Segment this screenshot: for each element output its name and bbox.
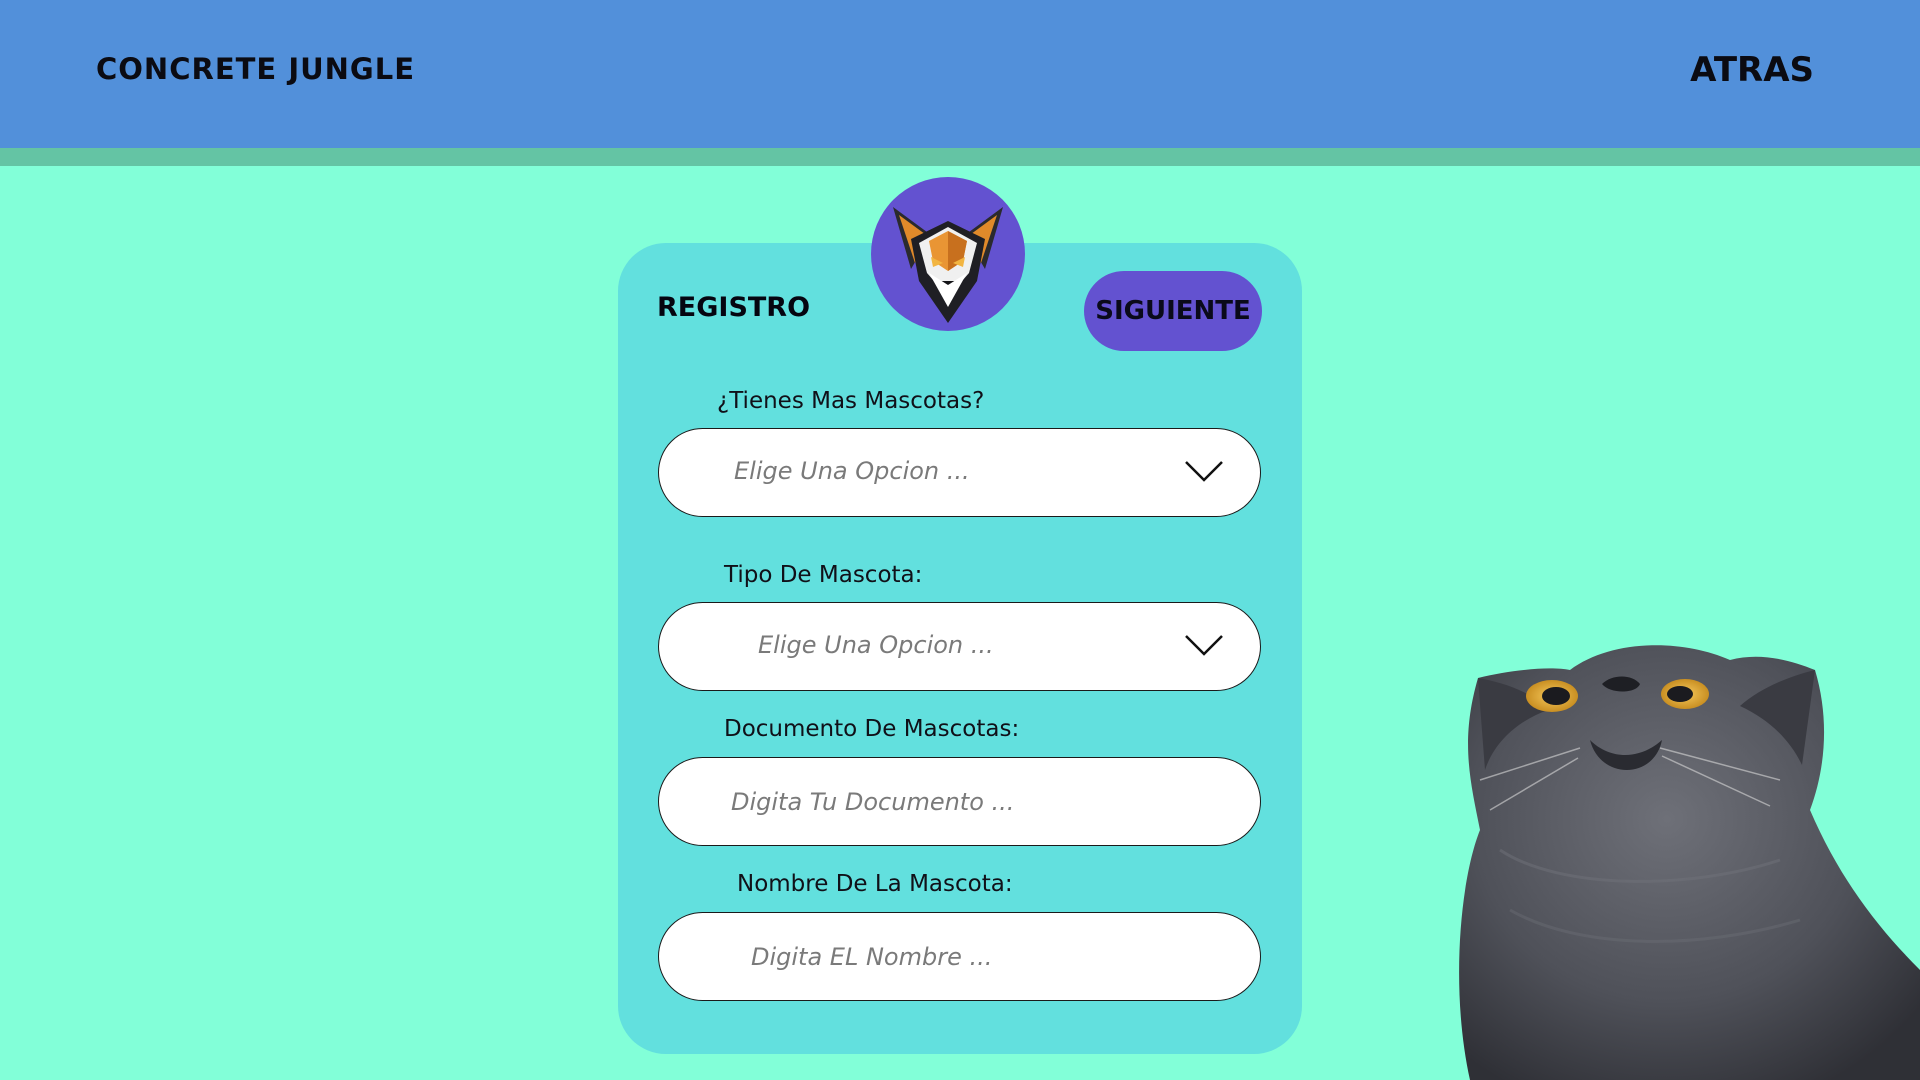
more-pets-select[interactable]: Elige Una Opcion ... [658, 428, 1261, 517]
pet-document-input[interactable] [729, 758, 1220, 845]
top-header: CONCRETE JUNGLE ATRAS [0, 0, 1920, 148]
pet-type-label: Tipo De Mascota: [724, 562, 923, 588]
more-pets-placeholder: Elige Una Opcion ... [734, 457, 970, 485]
gray-cat-photo [1440, 630, 1920, 1080]
chevron-down-icon [1185, 461, 1223, 482]
page: CONCRETE JUNGLE ATRAS REGISTRO SIGUIENTE… [0, 0, 1920, 1080]
back-link[interactable]: ATRAS [1690, 50, 1814, 90]
pet-type-select[interactable]: Elige Una Opcion ... [658, 602, 1261, 691]
more-pets-label: ¿Tienes Mas Mascotas? [717, 388, 985, 414]
fox-logo-icon [871, 177, 1025, 331]
pet-type-placeholder: Elige Una Opcion ... [758, 631, 994, 659]
chevron-down-icon [1185, 635, 1223, 656]
pet-name-label: Nombre De La Mascota: [737, 871, 1013, 897]
pet-document-field[interactable] [658, 757, 1261, 846]
pet-name-field[interactable] [658, 912, 1261, 1001]
brand-name: CONCRETE JUNGLE [96, 52, 416, 86]
pet-name-input[interactable] [749, 913, 1220, 1000]
form-title: REGISTRO [657, 292, 811, 323]
next-button[interactable]: SIGUIENTE [1084, 271, 1262, 351]
header-divider [0, 148, 1920, 166]
pet-document-label: Documento De Mascotas: [724, 716, 1020, 742]
